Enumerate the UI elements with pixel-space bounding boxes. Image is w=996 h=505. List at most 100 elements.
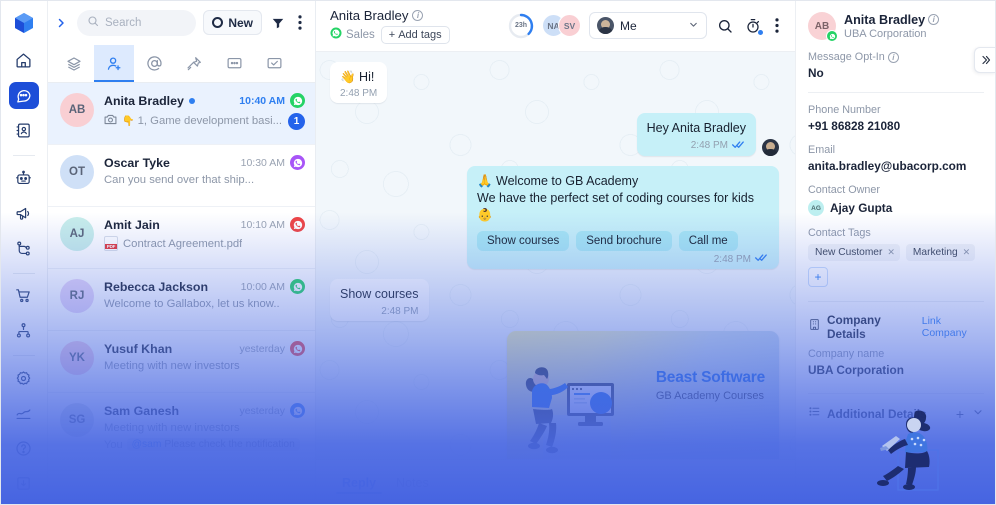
tab-all[interactable] [54,45,94,82]
message-bubble-outgoing: Hey Anita Bradley 2:48 PM [636,113,756,156]
field-contact-tags: Contact Tags New Customer ✕ Marketing ✕ … [808,227,984,287]
quick-reply-button[interactable]: Show courses [477,231,570,252]
section-title: Company Details [827,313,881,341]
message-row: Beast Software GB Academy Courses 👇 1, G… [330,330,779,459]
field-value[interactable]: anita.bradley@ubacorp.com [808,159,984,173]
avatar [762,138,779,156]
chevron-down-icon[interactable] [972,405,984,423]
message-bubble-incoming: Show courses 2:48 PM [330,279,429,321]
tab-notes[interactable]: Notes [386,460,439,505]
rail-divider [12,154,35,156]
chevron-right-icon[interactable] [52,12,70,34]
message-time: 2:48 PM [690,140,728,151]
message-thread[interactable]: 👋 Hi! 2:48 PM Hey Anita Bradley 2:48 PM [316,52,795,459]
sidebar-item-settings[interactable] [9,365,39,392]
contact-owner-value[interactable]: AG Ajay Gupta [808,200,984,216]
media-message-card[interactable]: Beast Software GB Academy Courses 👇 1, G… [507,330,779,459]
list-item[interactable]: RJ Rebecca Jackson 10:00 AM Welcome to G… [48,269,315,331]
info-circle-icon[interactable]: i [412,9,424,21]
add-tags-button[interactable]: + Add tags [380,25,450,44]
preview-text: Meeting with new investors [104,422,240,434]
sidebar-item-help[interactable] [9,435,39,462]
sidebar-item-chats[interactable] [8,81,39,109]
message-row: 🙏 Welcome to GB Academy We have the perf… [330,165,779,270]
conversation-items[interactable]: AB Anita Bradley 10:40 AM 👇 1, Game deve… [48,83,315,505]
sidebar-item-download[interactable] [9,470,39,497]
channel-tag: Sales [330,27,375,42]
rail-divider [12,355,35,357]
link-company-button[interactable]: Link Company [922,315,984,339]
tab-resolved[interactable] [254,45,294,82]
owner-name: Ajay Gupta [830,201,893,215]
list-item[interactable]: SG Sam Ganesh yesterday Meeting with new… [48,393,315,471]
funnel-icon[interactable] [269,16,287,30]
sidebar-item-broadcast[interactable] [9,200,39,227]
stopwatch-icon[interactable] [743,16,763,36]
field-label: Contact Tags [808,227,871,239]
sidebar-item-analytics[interactable] [9,400,39,427]
contact-name: Sam Ganesh [104,403,180,418]
info-circle-icon[interactable]: i [928,14,940,25]
sidebar-item-flows[interactable] [9,235,39,262]
list-item[interactable]: AB Anita Bradley 10:40 AM 👇 1, Game deve… [48,83,315,145]
whatsapp-icon [826,30,838,42]
tag-chip[interactable]: Marketing ✕ [905,244,976,261]
whatsapp-icon [290,403,305,418]
field-company-name: Company name UBA Corporation [808,348,984,377]
sidebar-item-bots[interactable] [9,165,39,192]
field-label: Message Opt-In i [808,51,984,63]
tag-chip[interactable]: New Customer ✕ [808,244,900,261]
sla-timer-ring[interactable]: 23h [508,13,534,39]
read-receipt-icon [732,140,746,152]
message-bubble-incoming: 👋 Hi! 2:48 PM [330,62,388,104]
message-text: 🙏 Welcome to GB Academy We have the perf… [477,173,754,223]
list-item[interactable]: OT Oscar Tyke 10:30 AM Can you send over… [48,145,315,207]
tab-reply[interactable]: Reply [332,460,386,505]
message-row: Show courses 2:48 PM [330,279,779,321]
close-icon[interactable]: ✕ [887,247,895,258]
add-tag-button[interactable]: + [808,267,828,287]
search-icon[interactable] [715,16,735,36]
quick-reply-button[interactable]: Send brochure [576,231,672,252]
list-item[interactable]: YK Yusuf Khan yesterday Meeting with new… [48,331,315,393]
plus-circle-icon [212,17,224,28]
tab-mentions[interactable] [134,45,174,82]
sidebar-item-commerce[interactable] [9,282,39,309]
timer-active-dot [758,29,763,35]
additional-details-header[interactable]: Additional Details + [808,405,984,423]
list-item[interactable]: AJ Amit Jain 10:10 AM Contract Agreement… [48,207,315,269]
divider [808,393,984,394]
assignee-dropdown[interactable]: Me [589,12,707,39]
close-icon[interactable]: ✕ [963,247,971,258]
search-input[interactable]: Search [77,9,197,36]
field-value: UBA Corporation [808,363,904,377]
sidebar-item-contacts[interactable] [9,117,39,144]
sidebar-item-home[interactable] [9,47,39,74]
avatar: AB [808,12,838,42]
quick-reply-button[interactable]: Call me [678,231,738,252]
chevron-double-right-icon[interactable] [974,47,996,73]
quick-reply-buttons: Show courses Send brochure Call me [477,231,769,252]
participant-avatars[interactable]: NA SV [542,14,581,37]
tab-unread[interactable] [214,45,254,82]
cube-logo-icon[interactable] [9,10,39,37]
info-circle-icon[interactable]: i [887,51,899,63]
whatsapp-icon [290,341,305,356]
read-receipt-icon [755,253,769,265]
divider [808,92,984,93]
search-placeholder: Search [105,16,142,29]
kebab-menu-icon[interactable] [771,16,783,36]
preview-text: Can you send over that ship... [104,174,255,186]
field-value[interactable]: +91 86828 21080 [808,119,984,133]
message-text: Show courses [340,287,419,302]
field-label: Company name [808,348,885,360]
sidebar-item-org[interactable] [9,317,39,344]
plus-icon[interactable]: + [956,406,964,422]
whatsapp-icon [290,279,305,294]
preview-text: 👇 1, Game development basi... [122,115,283,127]
kebab-menu-icon[interactable] [294,15,306,30]
contact-details-panel: AB Anita Bradley i UBA Corporation Messa… [795,0,996,505]
tab-pinned[interactable] [174,45,214,82]
new-button[interactable]: New [203,10,262,35]
tab-assigned-to-me[interactable] [94,45,134,82]
